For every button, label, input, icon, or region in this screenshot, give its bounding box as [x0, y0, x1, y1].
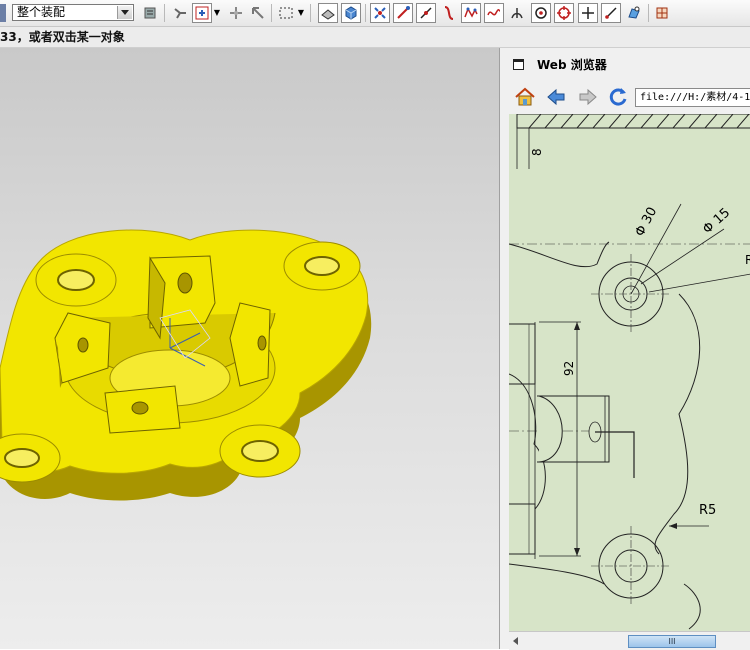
center-icon[interactable]: [531, 3, 551, 23]
dim-dia-15: Φ 15: [700, 205, 733, 237]
plus-icon[interactable]: [578, 3, 598, 23]
line2-icon[interactable]: [601, 3, 621, 23]
browser-title: Web 浏览器: [537, 58, 607, 72]
type-filter-select[interactable]: 整个装配: [12, 4, 134, 21]
wave-icon[interactable]: [484, 3, 504, 23]
line-icon[interactable]: [393, 3, 413, 23]
dim-r: R: [745, 253, 750, 267]
dim-92: 92: [562, 361, 576, 376]
shaded-icon[interactable]: [318, 3, 338, 23]
graphics-viewport[interactable]: [0, 48, 499, 649]
main-toolbar: 整个装配 ▼ ▼: [0, 0, 750, 27]
part-model[interactable]: [0, 48, 499, 649]
forward-arrow-icon[interactable]: [576, 86, 600, 108]
point-icon[interactable]: [192, 3, 212, 23]
prompt-bar: 33，或者双击某一对象: [0, 27, 750, 48]
address-bar[interactable]: file:///H:/素材/4-1: [635, 88, 750, 107]
quadrant-icon[interactable]: [554, 3, 574, 23]
scroll-thumb[interactable]: III: [628, 635, 716, 648]
drawing-canvas: 8 Φ 30 Φ 15 R 92 R5: [509, 114, 750, 630]
scroll-thumb-grip: III: [668, 637, 676, 646]
refresh-icon[interactable]: [606, 86, 630, 108]
toolbar-grip[interactable]: [0, 4, 6, 22]
chevron-down-icon[interactable]: ▼: [212, 3, 222, 23]
select-box-icon[interactable]: [276, 3, 296, 23]
select-box-icon[interactable]: [248, 3, 268, 23]
dim-8: 8: [530, 148, 544, 156]
snap-icon[interactable]: [170, 3, 190, 23]
engineering-drawing: 8 Φ 30 Φ 15 R 92 R5: [509, 114, 750, 631]
chevron-down-icon[interactable]: [117, 6, 132, 19]
grid-icon[interactable]: [652, 3, 672, 23]
browser-nav-bar: file:///H:/素材/4-1: [500, 82, 750, 114]
dim-dia-30: Φ 30: [632, 205, 660, 239]
vertex-snap-icon[interactable]: [370, 3, 390, 23]
dim-r5: R5: [699, 503, 716, 518]
chevron-down-icon[interactable]: ▼: [296, 3, 306, 23]
layer-icon[interactable]: [140, 3, 160, 23]
address-text: file:///H:/素材/4-1: [640, 92, 750, 103]
tangent-icon[interactable]: [507, 3, 527, 23]
scroll-left-arrow-icon[interactable]: [513, 637, 518, 645]
cube-icon[interactable]: [341, 3, 361, 23]
curve-icon[interactable]: [439, 3, 459, 23]
midpoint-icon[interactable]: [416, 3, 436, 23]
back-arrow-icon[interactable]: [544, 86, 568, 108]
shape-icon[interactable]: [624, 3, 644, 23]
web-browser-panel: Web 浏览器 file:///H:/素材/4-1 8 Φ 30 Φ 15 R …: [499, 48, 750, 650]
window-icon: [513, 59, 524, 70]
type-filter-value: 整个装配: [17, 5, 66, 19]
move-icon[interactable]: [226, 3, 246, 23]
horizontal-scrollbar[interactable]: III: [509, 631, 750, 650]
home-icon[interactable]: [513, 86, 537, 108]
browser-title-bar: Web 浏览器: [500, 48, 750, 82]
prompt-text: 33，或者双击某一对象: [0, 30, 125, 44]
spline-icon[interactable]: [461, 3, 481, 23]
